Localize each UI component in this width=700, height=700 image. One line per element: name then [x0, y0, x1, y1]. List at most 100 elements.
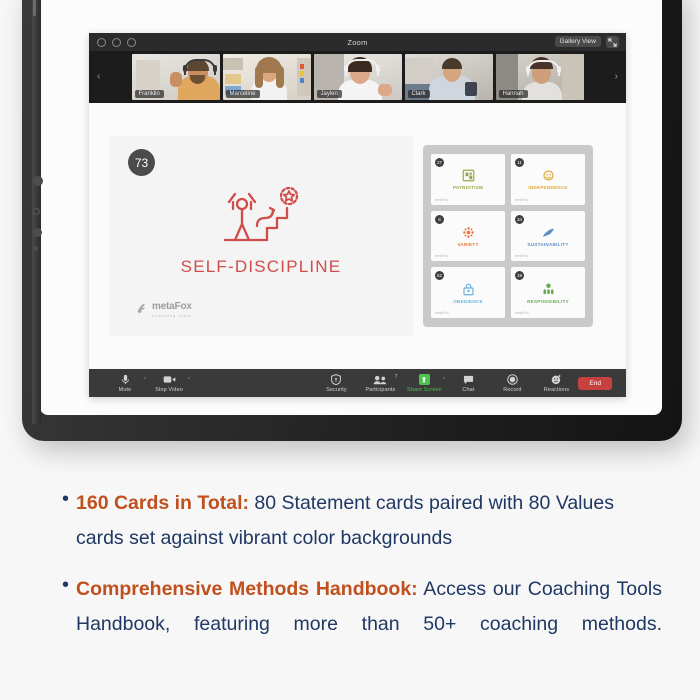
- filmstrip-next-arrow[interactable]: ›: [615, 71, 618, 82]
- card-number-badge: 11: [515, 158, 524, 167]
- fox-logo-icon: [137, 302, 145, 313]
- window-controls[interactable]: [97, 38, 136, 47]
- card-label: RESPONSIBILITY: [527, 298, 569, 304]
- tablet-antenna-line: [33, 0, 36, 16]
- presentation-slide: 73 SELF-DISCIPLINE metaFox coaching tool…: [109, 136, 413, 336]
- chevron-up-icon[interactable]: ^: [188, 377, 190, 383]
- card-logo: metaFox: [435, 254, 449, 259]
- participant-name: Hannah: [498, 90, 528, 98]
- tablet-body: Zoom Gallery View ‹ › Franklin Marceline…: [22, 0, 682, 441]
- chat-button[interactable]: Chat: [446, 374, 490, 393]
- filmstrip-prev-arrow[interactable]: ‹: [97, 71, 100, 82]
- feature-bullet-list: • 160 Cards in Total: 80 Statement cards…: [62, 486, 662, 693]
- slide-title: SELF-DISCIPLINE: [180, 257, 342, 276]
- value-card[interactable]: 27 PATRIOTISM metaFox: [431, 154, 505, 205]
- card-logo: metaFox: [435, 311, 449, 315]
- security-button[interactable]: Security: [314, 374, 358, 393]
- participants-button[interactable]: Participants 7: [358, 374, 402, 393]
- bullet-text: 160 Cards in Total: 80 Statement cards p…: [76, 486, 662, 556]
- card-logo: metaFox: [515, 254, 529, 259]
- record-icon: [507, 374, 518, 386]
- shared-screen-stage: 73 SELF-DISCIPLINE metaFox coaching tool…: [89, 103, 626, 369]
- reactions-button[interactable]: Reactions: [534, 374, 578, 393]
- value-card[interactable]: 34 SUSTAINABILITY metaFox: [511, 210, 585, 262]
- security-label: Security: [326, 386, 347, 393]
- close-dot-icon[interactable]: [97, 38, 106, 47]
- independence-icon: [541, 168, 556, 183]
- tablet-button-volume-up[interactable]: [33, 228, 42, 237]
- video-camera-icon: [163, 374, 176, 386]
- chat-bubble-icon: [463, 374, 474, 386]
- record-label: Record: [503, 386, 522, 393]
- zoom-title-bar: Zoom Gallery View: [89, 33, 626, 51]
- participant-name: Clark: [407, 90, 430, 98]
- tablet-mockup: Zoom Gallery View ‹ › Franklin Marceline…: [22, 0, 700, 446]
- sustainability-icon: [541, 225, 556, 240]
- card-number-badge: 27: [435, 158, 444, 167]
- end-meeting-button[interactable]: End: [578, 376, 612, 390]
- card-label: VARIETY: [457, 241, 479, 247]
- participant-name: Marceline: [225, 90, 260, 98]
- values-card-grid: 27 PATRIOTISM metaFox 11 INDEPENDENCE me…: [423, 145, 593, 327]
- slide-content: SELF-DISCIPLINE: [109, 182, 413, 277]
- stop-video-button[interactable]: Stop Video ^: [147, 374, 191, 393]
- bullet-lead: 160 Cards in Total:: [76, 492, 250, 514]
- card-number-badge: 19: [515, 271, 524, 281]
- tablet-button-ring[interactable]: [33, 208, 40, 215]
- participant-tile[interactable]: Marceline: [222, 54, 311, 100]
- mute-button[interactable]: Mute ^: [103, 374, 147, 393]
- stop-video-label: Stop Video: [155, 386, 183, 393]
- bullet-dot-icon: •: [62, 488, 70, 510]
- participant-tile[interactable]: Jaylen: [313, 54, 402, 100]
- card-label: OBEDIENCE: [453, 298, 483, 304]
- variety-icon: [461, 225, 476, 240]
- share-screen-button[interactable]: Share Screen ^: [402, 374, 446, 393]
- participants-icon: [373, 374, 387, 386]
- chevron-up-icon[interactable]: ^: [144, 377, 146, 383]
- participant-tile[interactable]: Clark: [404, 54, 493, 100]
- window-title: Zoom: [347, 37, 368, 47]
- value-card[interactable]: 52 OBEDIENCE metaFox: [431, 267, 505, 318]
- tablet-screen: Zoom Gallery View ‹ › Franklin Marceline…: [40, 0, 662, 415]
- responsibility-icon: [541, 282, 556, 297]
- participants-count: 7: [394, 373, 398, 380]
- value-card[interactable]: 8 VARIETY metaFox: [431, 210, 505, 262]
- tablet-button-volume-down[interactable]: [33, 246, 38, 251]
- share-arrow-box: [418, 374, 430, 385]
- expand-icon[interactable]: [606, 36, 619, 48]
- card-logo: metaFox: [435, 197, 449, 202]
- self-discipline-icon: [223, 186, 299, 242]
- gallery-view-button[interactable]: Gallery View: [554, 36, 601, 47]
- bullet-lead: Comprehensive Methods Handbook:: [76, 578, 418, 600]
- tablet-button-power[interactable]: [33, 176, 43, 186]
- value-card[interactable]: 19 RESPONSIBILITY metaFox: [511, 267, 585, 318]
- metafox-logo-text: metaFox coaching tools: [152, 301, 192, 318]
- minimize-dot-icon[interactable]: [112, 38, 121, 47]
- zoom-app-window: Zoom Gallery View ‹ › Franklin Marceline…: [89, 33, 626, 397]
- participant-tile[interactable]: Franklin: [131, 54, 220, 100]
- share-screen-label: Share Screen: [407, 386, 442, 393]
- card-logo: metaFox: [515, 311, 529, 315]
- share-screen-icon: [418, 374, 430, 386]
- chat-label: Chat: [462, 386, 475, 393]
- expand-arrows-icon: [608, 37, 617, 47]
- participant-name: Franklin: [134, 90, 164, 98]
- obedience-icon: [461, 282, 476, 297]
- chevron-up-icon[interactable]: ^: [443, 377, 445, 383]
- participant-tile[interactable]: Hannah: [495, 54, 584, 100]
- maximize-dot-icon[interactable]: [127, 38, 136, 47]
- reactions-label: Reactions: [543, 386, 570, 393]
- shield-icon: [331, 374, 342, 386]
- card-label: INDEPENDENCE: [528, 185, 568, 191]
- card-number-badge: 8: [435, 214, 444, 224]
- patriotism-icon: [461, 168, 476, 183]
- card-number-badge: 52: [435, 271, 444, 281]
- bullet-text: Comprehensive Methods Handbook: Access o…: [76, 572, 662, 677]
- value-card[interactable]: 11 INDEPENDENCE metaFox: [511, 154, 585, 205]
- list-item: • Comprehensive Methods Handbook: Access…: [62, 572, 662, 677]
- reactions-smiley-icon: [551, 374, 562, 386]
- bullet-dot-icon: •: [62, 574, 70, 596]
- microphone-icon: [121, 374, 130, 386]
- record-button[interactable]: Record: [490, 374, 534, 393]
- list-item: • 160 Cards in Total: 80 Statement cards…: [62, 486, 662, 556]
